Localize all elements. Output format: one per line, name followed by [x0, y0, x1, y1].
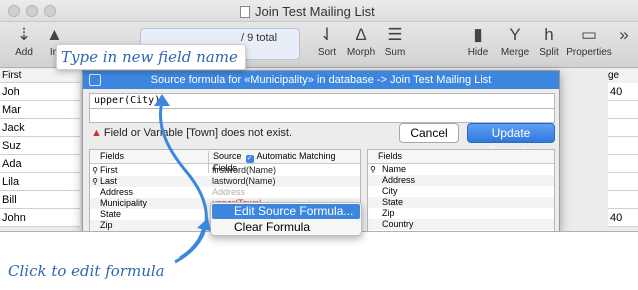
arrowhead-up — [154, 94, 170, 106]
callout-click-to-edit: Click to edit formula — [8, 262, 165, 280]
arrowhead-menu — [197, 218, 211, 231]
callout-type-field-name: Type in new field name — [56, 44, 246, 70]
